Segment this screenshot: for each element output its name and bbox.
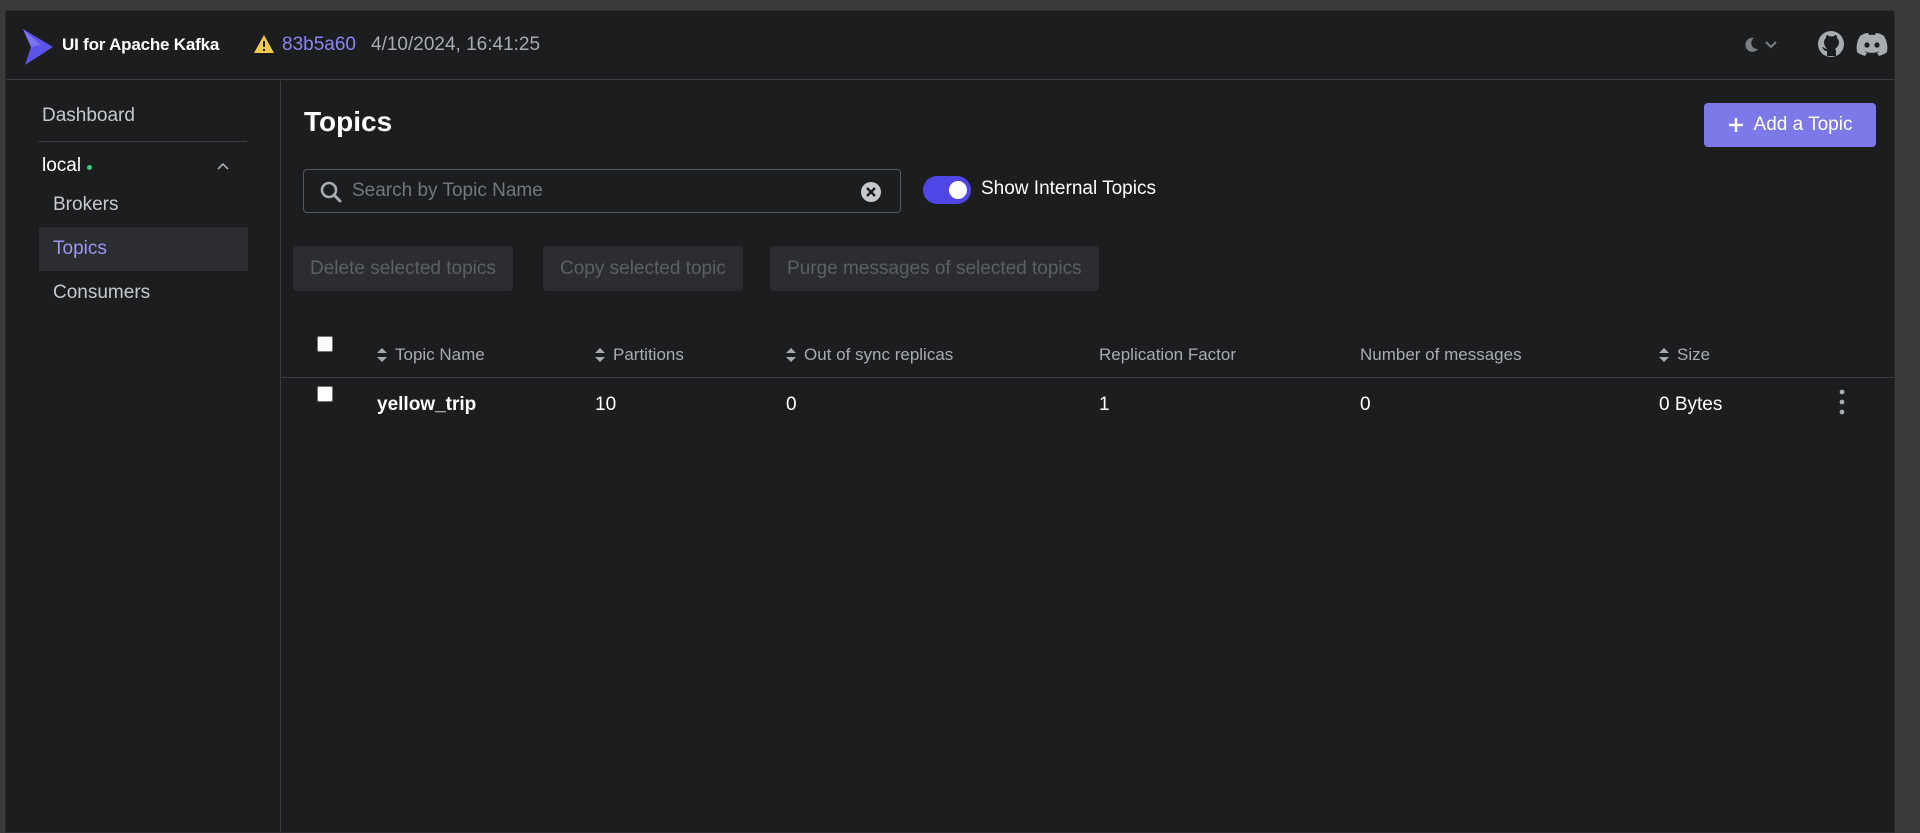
warning-icon xyxy=(254,35,274,53)
chevron-down-icon xyxy=(1765,41,1777,49)
column-header-out-of-sync[interactable]: Out of sync replicas xyxy=(786,345,953,365)
toggle-knob xyxy=(949,181,967,199)
search-input[interactable] xyxy=(352,170,852,212)
cluster-status-dot xyxy=(87,164,93,170)
plus-icon xyxy=(1728,118,1743,132)
column-header-replication-factor: Replication Factor xyxy=(1099,345,1237,364)
sidebar-item-consumers[interactable]: Consumers xyxy=(39,271,248,315)
sidebar-item-dashboard[interactable]: Dashboard xyxy=(42,105,135,127)
sort-icon xyxy=(1659,348,1669,362)
search-icon xyxy=(320,181,342,203)
show-internal-topics-toggle[interactable] xyxy=(923,176,971,204)
cluster-name: local xyxy=(42,155,82,176)
page-title: Topics xyxy=(304,106,393,137)
sidebar-item-topics[interactable]: Topics xyxy=(39,227,248,271)
table-divider xyxy=(282,377,1894,378)
copy-selected-topic-button[interactable]: Copy selected topic xyxy=(543,246,743,291)
github-icon[interactable] xyxy=(1816,29,1846,59)
topic-name-link[interactable]: yellow_trip xyxy=(377,394,476,416)
add-topic-button[interactable]: Add a Topic xyxy=(1704,103,1876,147)
app-title[interactable]: UI for Apache Kafka xyxy=(62,35,219,55)
commit-hash-link[interactable]: 83b5a60 xyxy=(282,34,356,56)
column-header-size[interactable]: Size xyxy=(1659,345,1710,365)
add-topic-label: Add a Topic xyxy=(1753,114,1853,135)
column-header-topic-name[interactable]: Topic Name xyxy=(377,345,485,365)
discord-icon[interactable] xyxy=(1856,31,1888,57)
build-date: 4/10/2024, 16:41:25 xyxy=(371,34,541,55)
moon-icon xyxy=(1745,37,1758,52)
sort-icon xyxy=(595,348,605,362)
app-window: UI for Apache Kafka 83b5a60 4/10/2024, 1… xyxy=(5,10,1895,833)
sidebar-divider xyxy=(38,141,247,142)
sidebar-item-brokers[interactable]: Brokers xyxy=(39,183,248,227)
cell-partitions: 10 xyxy=(595,394,617,415)
search-box xyxy=(303,169,901,213)
row-checkbox[interactable] xyxy=(317,386,333,402)
kafka-logo-icon[interactable] xyxy=(21,27,55,67)
clear-search-icon[interactable] xyxy=(859,180,883,204)
cell-replication-factor: 1 xyxy=(1099,394,1110,415)
row-actions-menu-icon[interactable] xyxy=(1838,389,1846,415)
purge-messages-button[interactable]: Purge messages of selected topics xyxy=(770,246,1099,291)
sort-icon xyxy=(786,348,796,362)
sidebar: Dashboard local Brokers Topics Consumers xyxy=(6,81,281,832)
sidebar-cluster-local[interactable]: local xyxy=(42,155,93,177)
cell-number-of-messages: 0 xyxy=(1360,394,1371,415)
cell-size: 0 Bytes xyxy=(1659,394,1723,415)
column-header-number-of-messages: Number of messages xyxy=(1360,345,1522,364)
sort-icon xyxy=(377,348,387,362)
theme-switcher[interactable] xyxy=(1742,33,1788,57)
cell-out-of-sync: 0 xyxy=(786,394,797,415)
delete-selected-topics-button[interactable]: Delete selected topics xyxy=(293,246,513,291)
column-header-partitions[interactable]: Partitions xyxy=(595,345,684,365)
chevron-up-icon[interactable] xyxy=(216,161,230,171)
select-all-checkbox[interactable] xyxy=(317,336,333,352)
show-internal-topics-label: Show Internal Topics xyxy=(981,178,1156,199)
top-navbar: UI for Apache Kafka 83b5a60 4/10/2024, 1… xyxy=(6,11,1894,80)
